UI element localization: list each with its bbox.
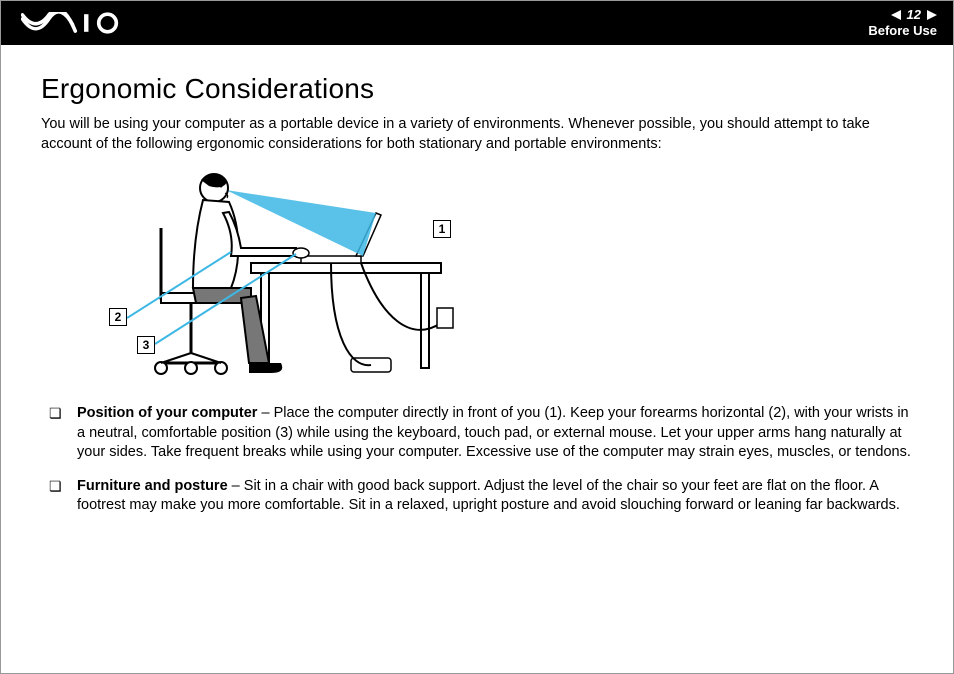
- vaio-logo: [21, 12, 138, 34]
- manual-page: 12 Before Use Ergonomic Considerations Y…: [0, 0, 954, 674]
- page-title: Ergonomic Considerations: [41, 73, 913, 105]
- page-nav-row: 12: [868, 7, 937, 23]
- list-item: Position of your computer – Place the co…: [49, 404, 913, 463]
- bullet-lead: Position of your computer: [77, 405, 257, 421]
- ergonomics-illustration: 1 2 3: [101, 168, 461, 388]
- section-label: Before Use: [868, 23, 937, 39]
- vaio-logo-svg: [21, 12, 138, 34]
- intro-paragraph: You will be using your computer as a por…: [41, 115, 913, 154]
- bullet-lead: Furniture and posture: [77, 478, 228, 494]
- prev-page-arrow-icon[interactable]: [891, 10, 901, 20]
- next-page-arrow-icon[interactable]: [927, 10, 937, 20]
- callout-3: 3: [137, 336, 155, 354]
- callout-1: 1: [433, 220, 451, 238]
- callout-2: 2: [109, 308, 127, 326]
- illustration-wrap: 1 2 3: [41, 168, 913, 388]
- header-right: 12 Before Use: [868, 7, 937, 38]
- header-bar: 12 Before Use: [1, 1, 953, 45]
- page-number: 12: [907, 7, 921, 23]
- list-item: Furniture and posture – Sit in a chair w…: [49, 477, 913, 516]
- page-content: Ergonomic Considerations You will be usi…: [1, 45, 953, 550]
- bullet-list: Position of your computer – Place the co…: [41, 404, 913, 516]
